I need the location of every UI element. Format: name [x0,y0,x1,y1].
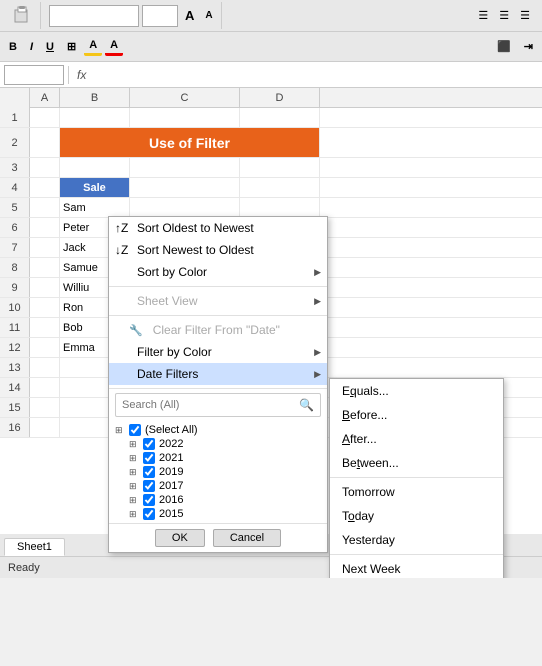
list-item[interactable]: ⊞ 2019 [115,465,321,479]
underline-button[interactable]: U [41,39,59,55]
sheet-view-item[interactable]: Sheet View [109,290,327,312]
yesterday-item[interactable]: Yesterday [330,528,503,552]
year-2016-checkbox[interactable] [143,494,155,506]
tomorrow-item[interactable]: Tomorrow [330,480,503,504]
table-row: 5 Sam [0,198,542,218]
font-name-input[interactable]: Calibri [49,5,139,27]
list-item[interactable]: ⊞ 2021 [115,451,321,465]
col-header-d: D [240,88,320,108]
align-right-button[interactable]: ☰ [516,7,534,24]
search-icon: 🔍 [299,398,314,412]
equals-item[interactable]: Equals... [330,379,503,403]
list-item[interactable]: ⊞ 2022 [115,437,321,451]
align-left-button[interactable]: ☰ [474,7,492,24]
today-item[interactable]: Today [330,504,503,528]
list-item[interactable]: ⊞ 2017 [115,479,321,493]
fill-color-button[interactable]: A [84,37,102,56]
sort-desc-icon: ↓Z [115,243,128,257]
col-header-a: A [30,88,60,108]
list-item[interactable]: ⊞ (Select All) [115,423,321,437]
sort-by-color-item[interactable]: Sort by Color [109,261,327,283]
menu-divider-1 [109,286,327,287]
formula-divider [68,66,69,84]
fx-label: fx [73,68,90,82]
sheet-title-cell[interactable]: Use of Filter [60,128,320,157]
before-item[interactable]: Before... [330,403,503,427]
font-size-input[interactable]: 11 [142,5,178,27]
table-row: 2 Use of Filter [0,128,542,158]
formula-bar: J15 fx [0,62,542,88]
date-filters-item[interactable]: Date Filters [109,363,327,385]
formula-input[interactable] [94,69,538,81]
font-shrink-button[interactable]: A [201,8,216,23]
font-grow-button[interactable]: A [181,6,198,25]
filter-context-menu: ↑Z Sort Oldest to Newest ↓Z Sort Newest … [108,216,328,553]
table-row: 1 [0,108,542,128]
sales-header-cell[interactable]: Sale [60,178,130,197]
cancel-button[interactable]: Cancel [213,529,281,547]
sort-newest-oldest-item[interactable]: ↓Z Sort Newest to Oldest [109,239,327,261]
row-num-header [0,88,30,108]
ok-button[interactable]: OK [155,529,205,547]
filter-by-color-item[interactable]: Filter by Color [109,341,327,363]
sheet1-tab[interactable]: Sheet1 [4,538,65,556]
toolbar-row1: Calibri 11 A A ☰ ☰ ☰ [0,0,542,32]
sort-oldest-newest-item[interactable]: ↑Z Sort Oldest to Newest [109,217,327,239]
spreadsheet-area: A B C D 1 2 Use of Filter 3 4 [0,88,542,578]
cell-reference-box[interactable]: J15 [4,65,64,85]
bold-button[interactable]: B [4,39,22,55]
year-2015-checkbox[interactable] [143,508,155,520]
font-section: Calibri 11 A A [45,2,222,29]
date-filters-submenu: Equals... Before... After... Between... … [329,378,504,578]
filter-footer: OK Cancel [109,523,327,552]
filter-icon: 🔧 [129,324,143,337]
select-all-checkbox[interactable] [129,424,141,436]
sub-divider-1 [330,477,503,478]
borders-button[interactable]: ⊞ [62,38,81,55]
year-2019-checkbox[interactable] [143,466,155,478]
list-item[interactable]: ⊞ 2015 [115,507,321,521]
align-center-button[interactable]: ☰ [495,7,513,24]
paste-button[interactable] [8,2,36,29]
merge-center-button[interactable]: ⬛ [492,38,516,55]
wrap-text-button[interactable]: ⇥ [519,38,538,55]
sort-asc-icon: ↑Z [115,221,128,235]
after-item[interactable]: After... [330,427,503,451]
table-row: 3 [0,158,542,178]
year-2021-checkbox[interactable] [143,452,155,464]
col-header-c: C [130,88,240,108]
column-headers: A B C D [0,88,542,108]
toolbar-row2: B I U ⊞ A A ⬛ ⇥ [0,32,542,62]
filter-checklist: ⊞ (Select All) ⊞ 2022 ⊞ 2021 ⊞ 2019 ⊞ [109,421,327,523]
font-color-button[interactable]: A [105,37,123,56]
year-2017-checkbox[interactable] [143,480,155,492]
status-label: Ready [8,562,40,574]
table-row: 4 Sale [0,178,542,198]
list-item[interactable]: ⊞ 2016 [115,493,321,507]
sub-divider-2 [330,554,503,555]
year-2022-checkbox[interactable] [143,438,155,450]
menu-divider-2 [109,315,327,316]
clipboard-section [4,2,41,29]
menu-divider-3 [109,388,327,389]
next-week-item[interactable]: Next Week [330,557,503,578]
col-header-b: B [60,88,130,108]
between-item[interactable]: Between... [330,451,503,475]
filter-search-input[interactable] [122,399,299,411]
italic-button[interactable]: I [25,39,38,55]
clear-filter-item[interactable]: 🔧 Clear Filter From "Date" [109,319,327,341]
filter-search-row[interactable]: 🔍 [115,393,321,417]
